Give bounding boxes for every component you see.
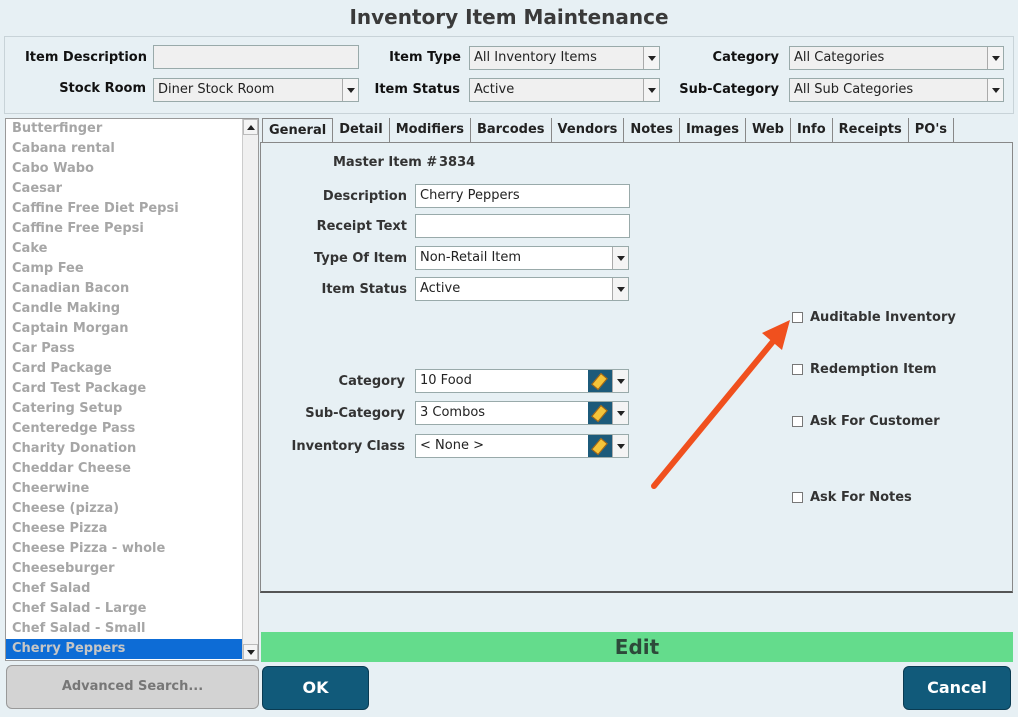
mode-bar: Edit	[261, 632, 1013, 662]
advanced-search-button[interactable]: Advanced Search...	[6, 665, 259, 709]
ok-button[interactable]: OK	[262, 666, 369, 710]
annotation-arrow-icon	[651, 320, 790, 489]
cancel-button[interactable]: Cancel	[903, 666, 1011, 710]
